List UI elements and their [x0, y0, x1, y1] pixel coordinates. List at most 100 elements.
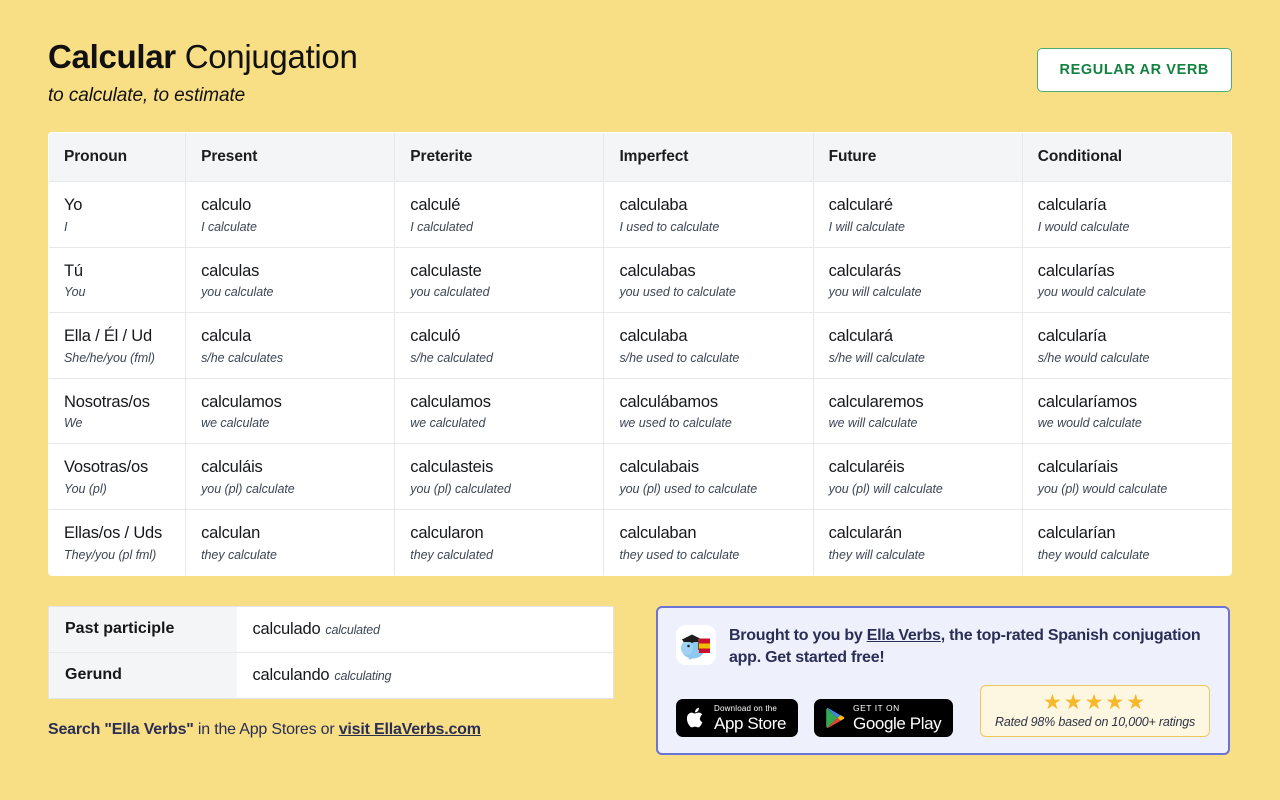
conjugation-es: calculabais	[619, 457, 812, 478]
conjugation-cell-preterite: calculós/he calculated	[395, 313, 604, 379]
pronoun-en: They/you (pl fml)	[64, 548, 185, 562]
search-prompt: Search "Ella Verbs" in the App Stores or…	[48, 721, 614, 739]
column-header-future: Future	[813, 132, 1022, 181]
conjugation-en: you (pl) will calculate	[829, 482, 1022, 496]
pronoun-es: Yo	[64, 195, 185, 216]
promo-text: Brought to you by Ella Verbs, the top-ra…	[729, 625, 1210, 670]
conjugation-en: you calculated	[410, 285, 603, 299]
conjugation-en: we will calculate	[829, 416, 1022, 430]
pronoun-cell: Nosotras/osWe	[49, 378, 186, 444]
google-play-button[interactable]: GET IT ON Google Play	[814, 699, 953, 737]
conjugation-en: you (pl) would calculate	[1038, 482, 1231, 496]
conjugation-cell-conditional: calcularía I would calculate	[1022, 181, 1231, 247]
table-row: Ella / Él / UdShe/he/you (fml) calcula s/h…	[49, 313, 1232, 379]
conjugation-cell-future: calcularánthey will calculate	[813, 510, 1022, 576]
past-participle-en: calculated	[325, 623, 379, 637]
rating-text: Rated 98% based on 10,000+ ratings	[995, 715, 1195, 729]
rating-box: ★★★★★ Rated 98% based on 10,000+ ratings	[980, 685, 1210, 737]
star-rating-icon: ★★★★★	[995, 692, 1195, 714]
conjugation-es: calculáis	[201, 457, 394, 478]
conjugation-en: they calculated	[410, 548, 603, 562]
conjugation-es: calcularíais	[1038, 457, 1231, 478]
conjugation-es: calcularemos	[829, 392, 1022, 413]
conjugation-cell-conditional: calcularíais you (pl) would calculate	[1022, 444, 1231, 510]
gerund-en: calculating	[334, 669, 391, 683]
column-header-preterite: Preterite	[395, 132, 604, 181]
conjugation-en: we would calculate	[1038, 416, 1231, 430]
ellaverbs-website-link[interactable]: visit EllaVerbs.com	[339, 721, 481, 738]
conjugation-page: Calcular Conjugation to calculate, to es…	[0, 0, 1280, 800]
conjugation-es: calcularías	[1038, 261, 1231, 282]
table-row: TúYoucalculasyou calculate calculaste you …	[49, 247, 1232, 313]
conjugation-cell-future: calculará s/he will calculate	[813, 313, 1022, 379]
conjugation-es: calculaba	[619, 326, 812, 347]
extra-forms-table: Past participle calculado calculated Geru…	[48, 606, 614, 699]
conjugation-es: calculábamos	[619, 392, 812, 413]
conjugation-cell-imperfect: calculabaisyou (pl) used to calculate	[604, 444, 813, 510]
table-row: Past participle calculado calculated	[49, 606, 614, 652]
app-store-small-label: Download on the	[714, 705, 786, 713]
conjugation-cell-imperfect: calculabaI used to calculate	[604, 181, 813, 247]
past-participle-label: Past participle	[49, 606, 237, 652]
app-store-labels: Download on the App Store	[714, 705, 786, 732]
app-store-button[interactable]: Download on the App Store	[676, 699, 798, 737]
conjugation-en: you (pl) calculate	[201, 482, 394, 496]
gerund-label: Gerund	[49, 652, 237, 698]
title-suffix: Conjugation	[176, 38, 358, 75]
conjugation-cell-present: calculoI calculate	[186, 181, 395, 247]
conjugation-en: s/he calculates	[201, 351, 394, 365]
conjugation-en: s/he calculated	[410, 351, 603, 365]
table-body: YoIcalculoI calculatecalculéI calculated…	[49, 181, 1232, 575]
conjugation-cell-preterite: calculasteisyou (pl) calculated	[395, 444, 604, 510]
conjugation-cell-future: calcularemos we will calculate	[813, 378, 1022, 444]
conjugation-en: I would calculate	[1038, 220, 1231, 234]
verb-name: Calcular	[48, 38, 176, 75]
conjugation-es: calculaban	[619, 523, 812, 544]
conjugation-en: they will calculate	[829, 548, 1022, 562]
conjugation-en: you will calculate	[829, 285, 1022, 299]
pronoun-cell: Ellas/os / UdsThey/you (pl fml)	[49, 510, 186, 576]
conjugation-cell-conditional: calcularíasyou would calculate	[1022, 247, 1231, 313]
conjugation-es: calculamos	[201, 392, 394, 413]
conjugation-es: calcularían	[1038, 523, 1231, 544]
conjugation-cell-preterite: calcularonthey calculated	[395, 510, 604, 576]
pronoun-cell: Ella / Él / UdShe/he/you (fml)	[49, 313, 186, 379]
conjugation-es: calcula	[201, 326, 394, 347]
past-participle-es: calculado	[253, 620, 321, 638]
conjugation-es: calcularás	[829, 261, 1022, 282]
apple-icon	[687, 707, 706, 729]
pronoun-es: Vosotras/os	[64, 457, 185, 478]
conjugation-es: calculo	[201, 195, 394, 216]
column-header-conditional: Conditional	[1022, 132, 1231, 181]
conjugation-es: calculará	[829, 326, 1022, 347]
conjugation-es: calcularía	[1038, 195, 1231, 216]
pronoun-en: You	[64, 285, 185, 299]
conjugation-en: I calculated	[410, 220, 603, 234]
conjugation-cell-conditional: calcularías/he would calculate	[1022, 313, 1231, 379]
gerund-es: calculando	[253, 666, 330, 684]
column-header-pronoun: Pronoun	[49, 132, 186, 181]
conjugation-es: calcularía	[1038, 326, 1231, 347]
pronoun-cell: TúYou	[49, 247, 186, 313]
column-header-present: Present	[186, 132, 395, 181]
conjugation-en: s/he used to calculate	[619, 351, 812, 365]
conjugation-es: calculé	[410, 195, 603, 216]
gerund-value: calculando calculating	[237, 652, 614, 698]
conjugation-en: s/he will calculate	[829, 351, 1022, 365]
promo-card[interactable]: Brought to you by Ella Verbs, the top-ra…	[656, 606, 1230, 755]
google-play-large-label: Google Play	[853, 715, 941, 732]
conjugation-cell-present: calculasyou calculate	[186, 247, 395, 313]
app-store-large-label: App Store	[714, 715, 786, 732]
conjugation-en: they calculate	[201, 548, 394, 562]
conjugation-cell-preterite: calculamoswe calculated	[395, 378, 604, 444]
ella-verbs-app-icon	[676, 625, 716, 665]
table-row: YoIcalculoI calculatecalculéI calculated…	[49, 181, 1232, 247]
conjugation-es: calcularéis	[829, 457, 1022, 478]
conjugation-cell-future: calcularás you will calculate	[813, 247, 1022, 313]
table-header: Pronoun Present Preterite Imperfect Futu…	[49, 132, 1232, 181]
ella-verbs-link[interactable]: Ella Verbs	[867, 627, 941, 644]
conjugation-cell-present: calculamoswe calculate	[186, 378, 395, 444]
conjugation-es: calculaste	[410, 261, 603, 282]
conjugation-en: they would calculate	[1038, 548, 1231, 562]
verb-type-badge: REGULAR AR VERB	[1037, 48, 1232, 92]
